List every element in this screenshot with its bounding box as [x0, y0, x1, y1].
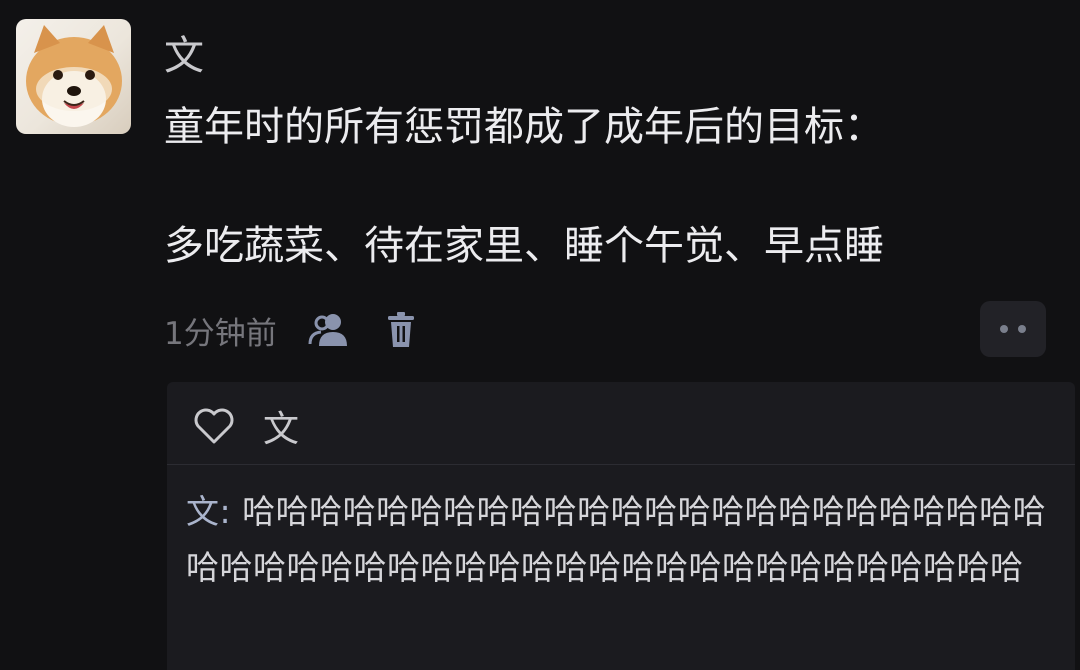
- trash-icon[interactable]: [386, 311, 416, 349]
- comment-section: 文 文: 哈哈哈哈哈哈哈哈哈哈哈哈哈哈哈哈哈哈哈哈哈哈哈哈哈哈哈哈哈哈哈哈哈哈哈…: [167, 382, 1075, 670]
- post-meta: 1分钟前: [164, 306, 416, 354]
- post-text-line-1: 童年时的所有惩罚都成了成年后的目标：: [164, 104, 884, 150]
- more-dots-icon: [1018, 325, 1026, 333]
- post-author[interactable]: 文: [164, 28, 204, 84]
- comment-item[interactable]: 文: 哈哈哈哈哈哈哈哈哈哈哈哈哈哈哈哈哈哈哈哈哈哈哈哈哈哈哈哈哈哈哈哈哈哈哈哈哈…: [186, 484, 1072, 596]
- heart-outline-icon[interactable]: [191, 406, 237, 446]
- friends-visibility-icon[interactable]: [307, 310, 353, 350]
- post-time: 1分钟前: [164, 315, 277, 352]
- comment-text: 哈哈哈哈哈哈哈哈哈哈哈哈哈哈哈哈哈哈哈哈哈哈哈哈哈哈哈哈哈哈哈哈哈哈哈哈哈哈哈哈…: [186, 492, 1047, 587]
- avatar[interactable]: [16, 19, 131, 134]
- comment-author[interactable]: 文:: [186, 492, 231, 531]
- more-button[interactable]: [980, 301, 1046, 357]
- more-dots-icon: [1000, 325, 1008, 333]
- divider: [167, 464, 1075, 465]
- likes-row: 文: [191, 398, 299, 454]
- post-text-line-2: 多吃蔬菜、待在家里、睡个午觉、早点睡: [164, 223, 884, 269]
- shiba-dog-avatar-icon: [26, 25, 122, 127]
- post-content: 童年时的所有惩罚都成了成年后的目标： 多吃蔬菜、待在家里、睡个午觉、早点睡: [164, 99, 1064, 274]
- like-name[interactable]: 文: [263, 400, 299, 452]
